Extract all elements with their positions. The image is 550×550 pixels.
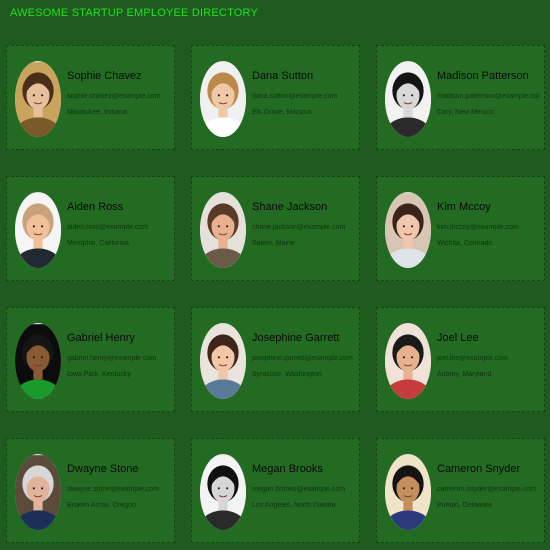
employee-grid: Sophie Chavez sophie.chavez@example.com … [6, 45, 546, 545]
page-title: AWESOME STARTUP EMPLOYEE DIRECTORY [10, 7, 259, 19]
employee-email: gabriel.henry@example.com [67, 355, 157, 362]
employee-name: Dana Sutton [252, 70, 314, 82]
employee-card[interactable]: Madison Patterson madison.patterson@exam… [376, 45, 545, 150]
avatar-photo [385, 62, 431, 137]
employee-email: dana.sutton@example.com [252, 93, 338, 100]
employee-location: Los Angeles, North Dakota [252, 502, 336, 509]
avatar-photo [200, 455, 246, 530]
avatar [15, 323, 61, 399]
avatar-photo [385, 193, 431, 268]
employee-name: Josephine Garrett [252, 332, 340, 344]
avatar [200, 61, 246, 137]
avatar [15, 454, 61, 530]
employee-card[interactable]: Sophie Chavez sophie.chavez@example.com … [6, 45, 175, 150]
employee-email: megan.brooks@example.com [252, 486, 346, 493]
avatar [200, 454, 246, 530]
avatar-photo [15, 455, 61, 530]
employee-location: Broken Arrow, Oregon [67, 502, 136, 509]
employee-email: sophie.chavez@example.com [67, 93, 161, 100]
employee-name: Cameron Snyder [437, 463, 521, 475]
employee-name: Gabriel Henry [67, 332, 135, 344]
employee-name: Aiden Ross [67, 201, 124, 213]
employee-email: aiden.ross@example.com [67, 224, 149, 231]
employee-email: shane.jackson@example.com [252, 224, 346, 231]
employee-location: Salem, Maine [252, 240, 295, 247]
employee-location: Iowa Park, Kentucky [67, 371, 131, 378]
employee-card[interactable]: Dwayne Stone dwayne.stone@example.com Br… [6, 438, 175, 543]
employee-card[interactable]: Shane Jackson shane.jackson@example.com … [191, 176, 360, 281]
avatar-photo [385, 324, 431, 399]
employee-name: Kim Mccoy [437, 201, 491, 213]
employee-email: kim.mccoy@example.com [437, 224, 519, 231]
employee-location: Cary, New Mexico [437, 109, 494, 116]
employee-location: Memphis, California [67, 240, 129, 247]
employee-location: Elk Grove, Missouri [252, 109, 313, 116]
avatar [385, 454, 431, 530]
employee-location: Aubrey, Maryland [437, 371, 492, 378]
employee-location: Milwaukee, Indiana [67, 109, 127, 116]
employee-name: Dwayne Stone [67, 463, 139, 475]
employee-name: Sophie Chavez [67, 70, 142, 82]
avatar [15, 61, 61, 137]
employee-email: cameron.snyder@example.com [437, 486, 536, 493]
avatar-photo [15, 324, 61, 399]
employee-email: dwayne.stone@example.com [67, 486, 159, 493]
employee-email: madison.patterson@example.com [437, 93, 540, 100]
avatar-photo [385, 455, 431, 530]
avatar [385, 61, 431, 137]
employee-email: josephine.garrett@example.com [252, 355, 353, 362]
avatar-photo [15, 193, 61, 268]
avatar-photo [200, 62, 246, 137]
avatar [385, 323, 431, 399]
employee-card[interactable]: Joel Lee joel.lee@example.com Aubrey, Ma… [376, 307, 545, 412]
avatar-photo [200, 193, 246, 268]
employee-card[interactable]: Cameron Snyder cameron.snyder@example.co… [376, 438, 545, 543]
employee-card[interactable]: Gabriel Henry gabriel.henry@example.com … [6, 307, 175, 412]
avatar [385, 192, 431, 268]
avatar [15, 192, 61, 268]
employee-name: Madison Patterson [437, 70, 529, 82]
employee-card[interactable]: Aiden Ross aiden.ross@example.com Memphi… [6, 176, 175, 281]
avatar-photo [15, 62, 61, 137]
employee-card[interactable]: Josephine Garrett josephine.garrett@exam… [191, 307, 360, 412]
employee-location: Pueblo, Delaware [437, 502, 493, 509]
avatar-photo [200, 324, 246, 399]
employee-name: Joel Lee [437, 332, 479, 344]
employee-name: Megan Brooks [252, 463, 323, 475]
avatar [200, 192, 246, 268]
employee-location: Syracuse, Washington [252, 371, 322, 378]
employee-card[interactable]: Dana Sutton dana.sutton@example.com Elk … [191, 45, 360, 150]
employee-card[interactable]: Kim Mccoy kim.mccoy@example.com Wichita,… [376, 176, 545, 281]
employee-card[interactable]: Megan Brooks megan.brooks@example.com Lo… [191, 438, 360, 543]
avatar [200, 323, 246, 399]
employee-location: Wichita, Colorado [437, 240, 493, 247]
employee-name: Shane Jackson [252, 201, 328, 213]
employee-email: joel.lee@example.com [437, 355, 508, 362]
